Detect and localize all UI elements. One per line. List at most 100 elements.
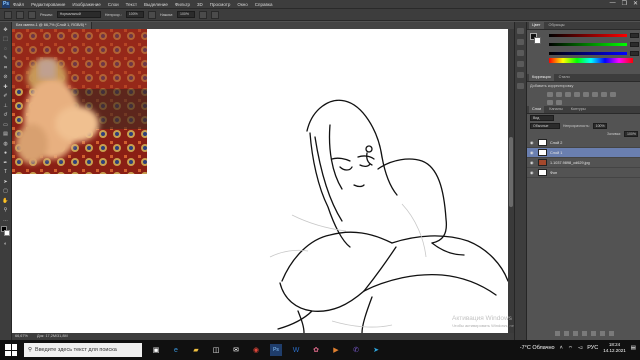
- paragraph-panel-icon[interactable]: [517, 72, 524, 78]
- windows-start-button[interactable]: [5, 344, 17, 356]
- layer-kind-filter[interactable]: Вид: [530, 115, 554, 121]
- levels-icon[interactable]: [556, 92, 562, 97]
- adjustment-layer-icon[interactable]: [581, 331, 587, 336]
- quick-mask-icon[interactable]: ◐: [2, 240, 10, 247]
- tab-swatches[interactable]: Образцы: [546, 22, 568, 29]
- move-tool-icon[interactable]: ✥: [2, 26, 10, 33]
- clone-stamp-tool-icon[interactable]: ⊥: [2, 102, 10, 109]
- shape-tool-icon[interactable]: ▢: [2, 188, 10, 195]
- tab-layers[interactable]: Слои: [529, 106, 545, 113]
- opacity-field[interactable]: 100%: [125, 11, 144, 18]
- hue-saturation-icon[interactable]: [592, 92, 598, 97]
- visibility-eye-icon[interactable]: ◉: [530, 160, 535, 165]
- tab-color[interactable]: Цвет: [529, 22, 544, 29]
- menu-image[interactable]: Изображение: [72, 2, 100, 7]
- menu-layers[interactable]: Слои: [108, 2, 119, 7]
- minimize-button[interactable]: —: [610, 0, 616, 7]
- layer-row[interactable]: ◉ Слой 2: [527, 138, 640, 148]
- background-color-swatch[interactable]: [3, 229, 10, 236]
- lasso-tool-icon[interactable]: ◌: [2, 45, 10, 52]
- brush-preset-icon[interactable]: [4, 10, 12, 19]
- telegram-icon[interactable]: ➤: [370, 344, 382, 356]
- green-slider[interactable]: [549, 43, 627, 46]
- edge-icon[interactable]: e: [170, 344, 182, 356]
- pressure-opacity-icon[interactable]: [147, 10, 156, 19]
- mode-select[interactable]: Нормальный: [56, 11, 101, 18]
- language-indicator[interactable]: РУС: [587, 345, 598, 351]
- pressure-size-icon[interactable]: [211, 10, 220, 19]
- visibility-eye-icon[interactable]: ◉: [530, 140, 535, 145]
- brush-size-picker[interactable]: [16, 10, 24, 19]
- color-swatches[interactable]: [0, 225, 11, 238]
- more-tools-icon[interactable]: …: [2, 216, 10, 223]
- crop-tool-icon[interactable]: ⌗: [2, 64, 10, 71]
- word-icon[interactable]: W: [290, 344, 302, 356]
- explorer-icon[interactable]: ▰: [190, 344, 202, 356]
- maximize-button[interactable]: ❐: [622, 0, 627, 7]
- close-button[interactable]: ✕: [633, 0, 638, 7]
- path-select-tool-icon[interactable]: ➤: [2, 178, 10, 185]
- red-value[interactable]: [630, 33, 639, 38]
- properties-panel-icon[interactable]: [517, 39, 524, 45]
- blend-mode-select[interactable]: Обычные: [530, 123, 560, 129]
- quick-select-tool-icon[interactable]: ✎: [2, 55, 10, 62]
- menu-type[interactable]: Текст: [126, 2, 137, 7]
- scrollbar-thumb[interactable]: [509, 137, 513, 207]
- volume-icon[interactable]: ◅: [578, 345, 582, 351]
- gradient-tool-icon[interactable]: ▤: [2, 131, 10, 138]
- brush-tool-icon[interactable]: ✐: [2, 93, 10, 100]
- history-brush-tool-icon[interactable]: ↺: [2, 112, 10, 119]
- curves-icon[interactable]: [565, 92, 571, 97]
- layer-row-selected[interactable]: ◉ Слой 1: [527, 148, 640, 158]
- menu-filter[interactable]: Фильтр: [175, 2, 190, 7]
- type-tool-icon[interactable]: T: [2, 169, 10, 176]
- new-layer-icon[interactable]: [599, 331, 605, 336]
- menu-select[interactable]: Выделение: [144, 2, 168, 7]
- airbrush-icon[interactable]: [199, 10, 208, 19]
- tab-styles[interactable]: Стили: [556, 74, 573, 81]
- menu-file[interactable]: Файл: [13, 2, 24, 7]
- layer-row[interactable]: ◉ 1.1037.9898_cd629.jpg: [527, 158, 640, 168]
- photo-filter-icon[interactable]: [547, 100, 553, 105]
- chrome-icon[interactable]: ◉: [250, 344, 262, 356]
- brush-panel-toggle-icon[interactable]: [28, 10, 36, 19]
- tab-paths[interactable]: Контуры: [568, 106, 589, 113]
- exposure-icon[interactable]: [574, 92, 580, 97]
- clock[interactable]: 18:24 14.12.2021: [603, 342, 626, 354]
- history-panel-icon[interactable]: [517, 28, 524, 34]
- channel-mixer-icon[interactable]: [556, 100, 562, 105]
- black-white-icon[interactable]: [610, 92, 616, 97]
- eyedropper-tool-icon[interactable]: ⊘: [2, 74, 10, 81]
- character-panel-icon[interactable]: [517, 83, 524, 89]
- media-icon[interactable]: ▶: [330, 344, 342, 356]
- marquee-tool-icon[interactable]: ⬚: [2, 36, 10, 43]
- add-mask-icon[interactable]: [572, 331, 578, 336]
- layer-fill-field[interactable]: 100%: [624, 131, 638, 137]
- task-view-icon[interactable]: ▣: [150, 344, 162, 356]
- menu-edit[interactable]: Редактирование: [31, 2, 65, 7]
- brightness-icon[interactable]: [547, 92, 553, 97]
- paint-icon[interactable]: ✿: [310, 344, 322, 356]
- menu-view[interactable]: Просмотр: [210, 2, 231, 7]
- mail-icon[interactable]: ✉: [230, 344, 242, 356]
- brush-panel-icon[interactable]: [517, 50, 524, 56]
- network-icon[interactable]: ⌔: [568, 345, 573, 352]
- layer-row[interactable]: ◉ Фон: [527, 168, 640, 178]
- blue-slider[interactable]: [549, 52, 627, 55]
- menu-3d[interactable]: 3D: [197, 2, 203, 7]
- tray-chevron-icon[interactable]: ˄: [560, 345, 563, 351]
- zoom-tool-icon[interactable]: ⚲: [2, 207, 10, 214]
- weather-status[interactable]: -7°C Облачно: [520, 345, 555, 351]
- color-balance-icon[interactable]: [601, 92, 607, 97]
- tab-channels[interactable]: Каналы: [546, 106, 565, 113]
- document-tab[interactable]: Без имени-1 @ 66,7% (Слой 1, RGB/8) *: [12, 22, 92, 29]
- link-layers-icon[interactable]: [554, 331, 560, 336]
- vibrance-icon[interactable]: [583, 92, 589, 97]
- eraser-tool-icon[interactable]: ▭: [2, 121, 10, 128]
- red-slider[interactable]: [549, 34, 627, 37]
- hand-tool-icon[interactable]: ✋: [2, 197, 10, 204]
- dodge-tool-icon[interactable]: ●: [2, 150, 10, 157]
- blur-tool-icon[interactable]: ◍: [2, 140, 10, 147]
- visibility-eye-icon[interactable]: ◉: [530, 150, 535, 155]
- photoshop-icon[interactable]: Ps: [270, 344, 282, 356]
